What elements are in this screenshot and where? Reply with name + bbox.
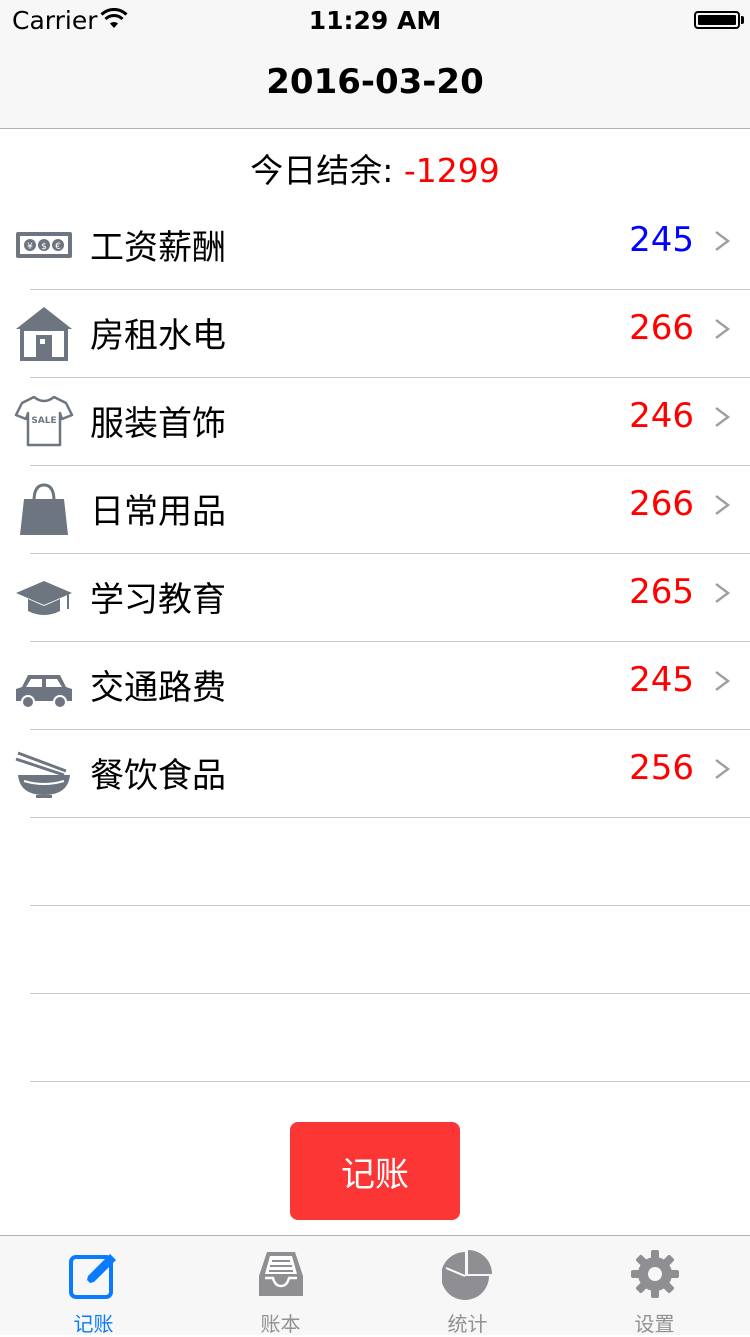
category-label: 餐饮食品: [90, 756, 226, 796]
category-row-education[interactable]: 学习教育 265: [0, 553, 750, 641]
svg-text:¥: ¥: [27, 242, 33, 252]
navigation-bar: 2016-03-20: [0, 40, 750, 129]
svg-text:€: €: [55, 242, 61, 252]
tab-settings[interactable]: 设置: [561, 1236, 748, 1336]
balance-value: -1299: [403, 151, 500, 190]
chevron-right-icon: [715, 407, 731, 427]
shopping-bag-icon: [20, 483, 68, 535]
category-label: 日常用品: [90, 492, 226, 532]
tab-record[interactable]: 记账: [0, 1236, 187, 1336]
category-row-daily-goods[interactable]: 日常用品 266: [0, 465, 750, 553]
page-title: 2016-03-20: [266, 62, 484, 102]
edit-icon: [69, 1254, 116, 1299]
category-row-transport[interactable]: 交通路费 245: [0, 641, 750, 729]
category-row-food[interactable]: 餐饮食品 256: [0, 729, 750, 817]
chevron-right-icon: [715, 319, 731, 339]
inbox-icon: [259, 1252, 303, 1296]
category-amount: 245: [629, 660, 694, 700]
car-icon: [16, 675, 72, 709]
category-amount: 245: [629, 220, 694, 260]
category-row-clothing[interactable]: SALE 服装首饰 246: [0, 377, 750, 465]
category-amount: 265: [629, 572, 694, 612]
empty-row-separator: [30, 905, 750, 906]
category-row-rent[interactable]: 房租水电 266: [0, 289, 750, 377]
bowl-icon: [15, 751, 70, 798]
tab-label: 统计: [447, 1312, 488, 1336]
tab-label: 记账: [73, 1312, 114, 1336]
chevron-right-icon: [715, 759, 731, 779]
empty-row-separator: [30, 993, 750, 994]
gear-icon: [631, 1250, 679, 1298]
chevron-right-icon: [715, 671, 731, 691]
house-icon: [16, 307, 72, 361]
category-amount: 246: [629, 396, 694, 436]
graduation-cap-icon: [16, 581, 72, 615]
tab-ledger[interactable]: 账本: [187, 1236, 374, 1336]
balance-label: 今日结余:: [250, 151, 404, 190]
empty-row-separator: [30, 1081, 750, 1082]
record-button[interactable]: 记账: [290, 1122, 460, 1220]
daily-balance: 今日结余: -1299: [0, 144, 750, 192]
pie-chart-icon: [442, 1250, 492, 1300]
chevron-right-icon: [715, 231, 731, 251]
tab-label: 设置: [634, 1312, 675, 1336]
chevron-right-icon: [715, 583, 731, 603]
category-label: 服装首饰: [90, 404, 226, 444]
tab-statistics[interactable]: 统计: [374, 1236, 561, 1336]
tshirt-icon: SALE: [14, 395, 74, 447]
category-label: 工资薪酬: [90, 228, 226, 268]
chevron-right-icon: [715, 495, 731, 515]
svg-text:$: $: [41, 242, 47, 252]
battery-icon: [694, 11, 740, 29]
status-bar: Carrier 11:29 AM: [0, 0, 750, 40]
category-amount: 266: [629, 484, 694, 524]
tab-bar: 记账 账本 统计 设置: [0, 1235, 750, 1336]
svg-text:SALE: SALE: [31, 416, 56, 426]
money-icon: ¥ $ €: [16, 232, 72, 258]
category-label: 房租水电: [90, 316, 226, 356]
category-row-salary[interactable]: ¥ $ € 工资薪酬 245: [0, 201, 750, 289]
category-label: 学习教育: [90, 580, 226, 620]
row-separator: [30, 817, 750, 818]
category-amount: 266: [629, 308, 694, 348]
battery-tip: [741, 16, 744, 24]
category-label: 交通路费: [90, 668, 226, 708]
status-time: 11:29 AM: [308, 6, 442, 35]
category-amount: 256: [629, 748, 694, 788]
tab-label: 账本: [260, 1312, 301, 1336]
